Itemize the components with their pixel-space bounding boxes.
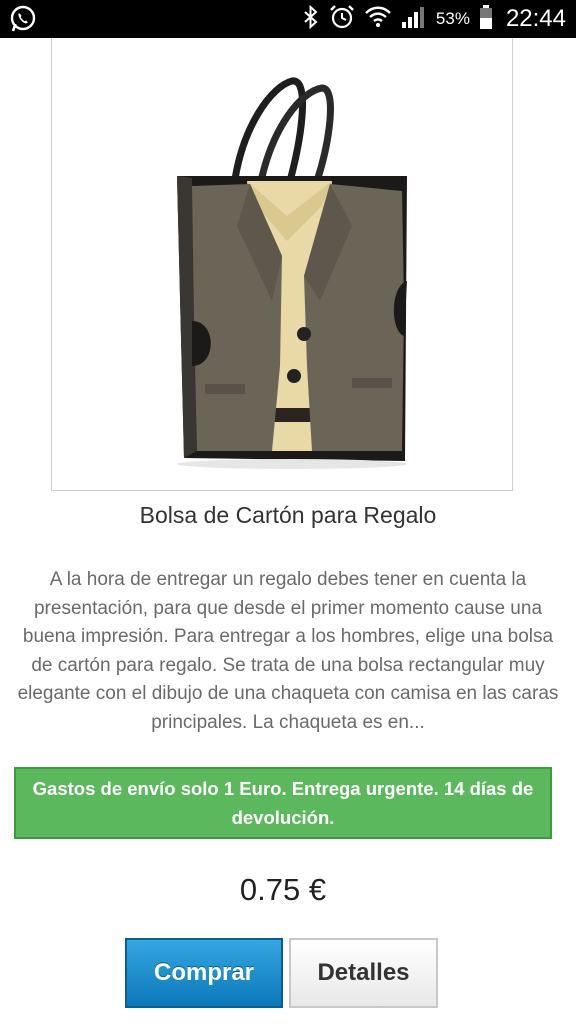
battery-percent: 53%	[435, 9, 470, 28]
alarm-icon	[329, 4, 355, 35]
shipping-notice-banner: Gastos de envío solo 1 Euro. Entrega urg…	[14, 767, 552, 839]
product-photo	[177, 77, 407, 469]
clock: 22:44	[505, 5, 566, 32]
shipping-notice-text: Gastos de envío solo 1 Euro. Entrega urg…	[32, 778, 534, 828]
buy-button-label: Comprar	[153, 959, 255, 986]
product-image-frame	[51, 38, 513, 491]
buy-button[interactable]: Comprar	[125, 938, 283, 1008]
battery-icon	[479, 4, 493, 35]
product-description: A la hora de entregar un regalo debes te…	[17, 569, 559, 733]
details-button[interactable]: Detalles	[289, 938, 438, 1008]
bluetooth-icon	[302, 4, 320, 34]
details-button-label: Detalles	[317, 959, 410, 986]
wifi-icon	[364, 4, 392, 35]
product-title: Bolsa de Cartón para Regalo	[139, 502, 437, 528]
whatsapp-icon	[8, 4, 40, 34]
product-price: 0.75 €	[239, 872, 327, 907]
signal-icon	[401, 5, 427, 34]
status-bar: 53% 22:44	[0, 0, 576, 38]
